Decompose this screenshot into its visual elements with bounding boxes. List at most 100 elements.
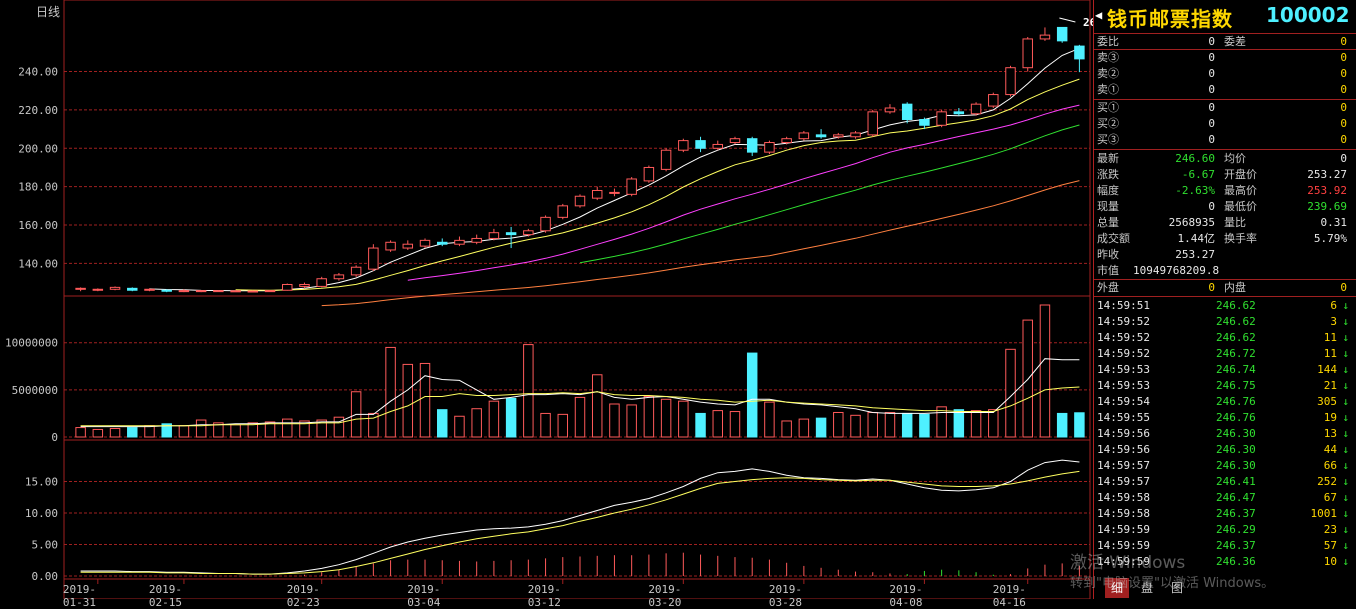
row-value: 0	[1208, 35, 1215, 48]
candle-body	[471, 237, 482, 243]
tick-row: 14:59:52 246.72 11 ↓	[1093, 346, 1351, 362]
tick-volume: 23	[1323, 523, 1337, 536]
candle-body	[385, 241, 396, 251]
row-label2: 量比	[1224, 216, 1246, 229]
tick-time: 14:59:52	[1097, 347, 1150, 360]
row-value2: 0	[1340, 67, 1347, 80]
row-label: 昨收	[1097, 248, 1119, 261]
tick-price: 246.62	[1216, 315, 1256, 328]
candle-body	[299, 283, 310, 287]
tick-time: 14:59:57	[1097, 459, 1150, 472]
candle-body	[815, 134, 827, 138]
price-tick-label: 200.00	[18, 142, 58, 155]
candle-body	[402, 243, 414, 249]
tick-volume: 57	[1323, 539, 1337, 552]
row-value2: 0	[1340, 133, 1347, 146]
row-value2: 253.92	[1307, 184, 1347, 197]
candle-body	[247, 290, 259, 293]
candle-body	[523, 230, 534, 236]
order-level-row: 卖③ 0 0	[1093, 50, 1351, 66]
volume-bar	[660, 398, 672, 438]
down-arrow-icon: ↓	[1342, 347, 1349, 360]
quote-row: 幅度 -2.63% 最高价 253.92	[1093, 183, 1351, 199]
tick-price: 246.74	[1216, 363, 1256, 376]
tick-volume: 21	[1323, 379, 1337, 392]
tick-price: 246.72	[1216, 347, 1256, 360]
candle-body	[936, 111, 947, 126]
volume-tick-label: 5000000	[12, 384, 58, 397]
candle-body	[660, 149, 672, 170]
row-value: 0	[1208, 117, 1215, 130]
tick-row: 14:59:53 246.74 144 ↓	[1093, 362, 1351, 378]
candle-body	[92, 288, 104, 291]
row-value: 1.44亿	[1177, 232, 1216, 245]
row-label: 成交额	[1097, 232, 1130, 245]
tick-row: 14:59:53 246.75 21 ↓	[1093, 378, 1351, 394]
volume-bar	[419, 362, 431, 438]
row-label: 最新	[1097, 152, 1119, 165]
row-value2: 0	[1340, 152, 1347, 165]
quote-row: 总量 2568935 量比 0.31	[1093, 215, 1351, 231]
candle-body	[695, 140, 706, 149]
tick-price: 246.76	[1216, 411, 1256, 424]
order-level-row: 卖① 0 0	[1093, 82, 1351, 98]
row-value: 246.60	[1175, 152, 1215, 165]
kline-chart[interactable]: 240.00 220.00 200.00 180.00 160.00 140.00 1000…	[0, 0, 1093, 599]
volume-bar	[867, 411, 878, 438]
ma10-line	[235, 78, 1080, 291]
candle-body	[867, 111, 878, 136]
tick-time: 14:59:59	[1097, 523, 1150, 536]
tick-time: 14:59:55	[1097, 411, 1150, 424]
volume-bar	[678, 400, 689, 438]
ma30-line	[579, 124, 1080, 264]
row-value: 0	[1208, 101, 1215, 114]
activation-watermark-title: 激活 Windows	[1070, 553, 1186, 573]
candle-body	[609, 191, 620, 194]
candle-body	[540, 216, 551, 232]
candle-body	[1056, 26, 1068, 42]
row-value: 0	[1208, 67, 1215, 80]
tick-row: 14:59:56 246.30 44 ↓	[1093, 442, 1351, 458]
tick-price: 246.29	[1216, 523, 1256, 536]
quote-row: 涨跌 -6.67 开盘价 253.27	[1093, 167, 1351, 183]
tick-row: 14:59:52 246.62 3 ↓	[1093, 314, 1351, 330]
candle-body	[109, 286, 121, 290]
row-label: 幅度	[1097, 184, 1119, 197]
candle-body	[1005, 67, 1016, 96]
volume-bar	[712, 410, 723, 438]
back-arrow-icon[interactable]: ◀	[1095, 8, 1102, 22]
volume-bar	[626, 404, 637, 438]
candle-body	[333, 274, 345, 280]
candle-body	[678, 140, 689, 151]
date-tick-label: 2019-03-12	[527, 583, 561, 609]
tick-volume: 10	[1323, 555, 1337, 568]
down-arrow-icon: ↓	[1342, 379, 1349, 392]
row-label2: 开盘价	[1224, 168, 1257, 181]
date-tick-label: 2019-03-20	[648, 583, 682, 609]
down-arrow-icon: ↓	[1342, 331, 1349, 344]
candle-body	[557, 205, 569, 218]
candle-body	[850, 132, 861, 138]
tick-row: 14:59:52 246.62 11 ↓	[1093, 330, 1351, 346]
row-value: 2568935	[1168, 216, 1215, 229]
row-value2: 253.27	[1307, 168, 1347, 181]
order-level-row: 买① 0 0	[1093, 100, 1351, 116]
row-value: -2.63%	[1175, 184, 1215, 197]
candle-body	[195, 290, 207, 293]
price-tick-label: 220.00	[18, 104, 58, 117]
price-tick-label: 160.00	[18, 219, 58, 232]
candle-body	[1022, 38, 1033, 69]
volume-bar	[75, 427, 86, 438]
tick-time: 14:59:51	[1097, 299, 1150, 312]
candle-body	[574, 195, 586, 207]
volume-bar	[815, 417, 827, 438]
row-label: 外盘	[1097, 281, 1119, 294]
ma20-line	[407, 104, 1080, 281]
date-tick-label: 2019-02-23	[286, 583, 320, 609]
tick-volume: 67	[1323, 491, 1337, 504]
tick-volume: 1001	[1310, 507, 1338, 520]
tick-row: 14:59:54 246.76 305 ↓	[1093, 394, 1351, 410]
order-ratio-row: 委比 0 委差 0	[1093, 34, 1351, 50]
candle-body	[643, 166, 655, 182]
volume-bar	[540, 412, 551, 438]
